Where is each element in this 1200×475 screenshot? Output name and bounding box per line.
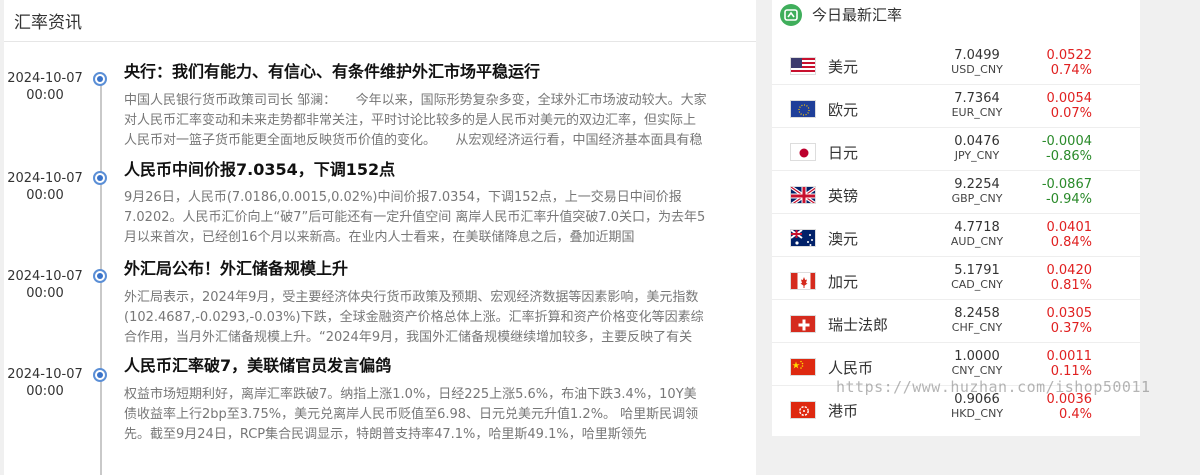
rate-row-jpy[interactable]: 日元 0.0476 JPY_CNY -0.0004 -0.86% [772,128,1140,171]
currency-name: 美元 [828,58,859,76]
currency-change-percent: 0.07% [1050,106,1092,121]
news-date: 2024-10-07 00:00 [7,269,83,301]
us-flag-icon [790,57,816,75]
au-flag-icon [790,229,816,247]
currency-change-percent: -0.86% [1046,149,1092,164]
news-summary: 权益市场短期利好，离岸汇率跌破7。纳指上涨1.0%，日经225上涨5.6%，布油… [124,387,699,442]
hk-flag-icon [790,401,816,419]
currency-change-percent: 0.84% [1050,235,1092,250]
news-title[interactable]: 人民币中间价报7.0354，下调152点 [124,160,706,180]
currency-change-percent: 0.74% [1050,63,1092,78]
ca-flag-icon [790,272,816,290]
jp-flag-icon [790,143,816,161]
news-title[interactable]: 外汇局公布！外汇储备规模上升 [124,259,706,279]
currency-name: 欧元 [828,101,859,119]
currency-change-percent: 0.4% [1058,407,1092,422]
currency-change: -0.0867 [1041,177,1092,192]
news-panel-title: 汇率资讯 [4,0,756,42]
cn-flag-icon [790,358,816,376]
currency-change: -0.0004 [1041,134,1092,149]
currency-name: 人民币 [828,359,874,377]
currency-name: 瑞士法郎 [828,316,889,334]
currency-change-percent: -0.94% [1046,192,1092,207]
watermark-text: https://www.huzhan.com/ishop50011 [836,378,1151,396]
exchange-rate-title: 今日最新汇率 [812,6,903,24]
gb-flag-icon [790,186,816,204]
news-panel: 汇率资讯 2024-10-07 00:00 央行：我们有能力、有信心、有条件维护外… [4,0,756,475]
currency-change: 0.0401 [1046,220,1093,235]
currency-name: 澳元 [828,230,859,248]
news-summary: 外汇局表示，2024年9月，受主要经济体央行货币政策及预期、宏观经济数据等因素影… [124,290,704,345]
currency-name: 日元 [828,144,859,162]
timeline-dot-icon [93,269,107,283]
timeline-dot-icon [93,368,107,382]
currency-change-percent: 0.11% [1050,364,1092,379]
rate-row-aud[interactable]: 澳元 4.7718 AUD_CNY 0.0401 0.84% [772,214,1140,257]
exchange-rate-header: 今日最新汇率 [772,0,1140,40]
timeline-dot-icon [93,72,107,86]
news-date: 2024-10-07 00:00 [7,171,83,203]
rate-row-cad[interactable]: 加元 5.1791 CAD_CNY 0.0420 0.81% [772,257,1140,300]
currency-change: 0.0305 [1046,306,1093,321]
rate-row-gbp[interactable]: 英镑 9.2254 GBP_CNY -0.0867 -0.94% [772,171,1140,214]
currency-change: 0.0522 [1046,48,1093,63]
timeline-dot-icon [93,171,107,185]
currency-name: 英镑 [828,187,859,205]
rate-row-chf[interactable]: 瑞士法郎 8.2458 CHF_CNY 0.0305 0.37% [772,300,1140,343]
currency-change-percent: 0.81% [1050,278,1092,293]
news-summary: 9月26日，人民币(7.0186,0.0015,0.02%)中间价报7.0354… [124,190,706,245]
eu-flag-icon [790,100,816,118]
exchange-rate-panel: 今日最新汇率 美元 7.0499 USD_CNY 0.0522 0.74% 欧元 [772,0,1140,436]
rate-row-eur[interactable]: 欧元 7.7364 EUR_CNY 0.0054 0.07% [772,85,1140,128]
ch-flag-icon [790,315,816,333]
currency-change-percent: 0.37% [1050,321,1092,336]
news-date: 2024-10-07 00:00 [7,367,83,399]
news-title[interactable]: 央行：我们有能力、有信心、有条件维护外汇市场平稳运行 [124,62,706,82]
currency-change: 0.0011 [1046,349,1093,364]
exchange-rate-icon [780,4,802,26]
news-date: 2024-10-07 00:00 [7,71,83,103]
currency-name: 港币 [828,402,859,420]
currency-change: 0.0054 [1046,91,1093,106]
news-title[interactable]: 人民币汇率破7，美联储官员发言偏鸽 [124,356,706,376]
currency-name: 加元 [828,273,859,291]
currency-change: 0.0420 [1046,263,1093,278]
news-summary: 中国人民银行货币政策司司长 邹澜： 今年以来，国际形势复杂多变，全球外汇市场波动… [124,93,707,148]
rate-row-usd[interactable]: 美元 7.0499 USD_CNY 0.0522 0.74% [772,42,1140,85]
